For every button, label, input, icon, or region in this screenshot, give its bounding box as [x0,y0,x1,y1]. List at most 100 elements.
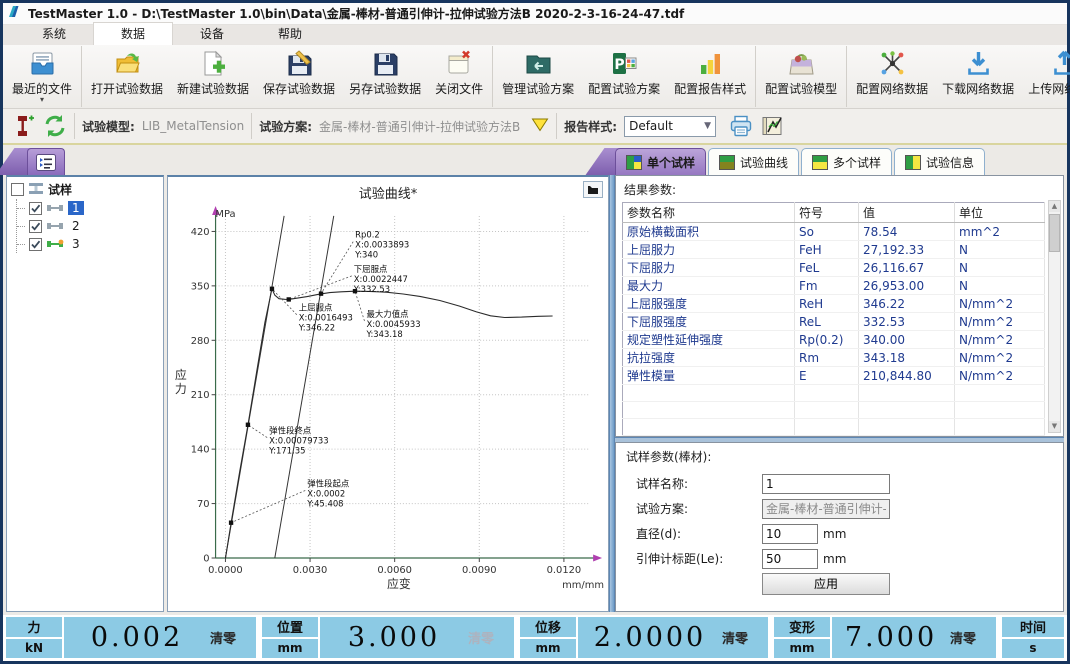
chart-text: 0.0060 [377,565,412,576]
tree-item-label: 3 [68,237,84,251]
results-column-header[interactable]: 单位 [955,203,1045,223]
results-cell: 抗拉强度 [623,349,795,367]
results-row[interactable]: 上屈服力FeH27,192.33N [623,241,1045,259]
ribbon-open-data-button[interactable]: 打开试验数据 [84,46,170,107]
status-label-box: 时间s [1002,617,1064,658]
data-point-marker [229,520,233,524]
toolbar-separator [251,113,252,139]
results-row[interactable]: 抗拉强度Rm343.18N/mm^2 [623,349,1045,367]
results-cell: E [795,367,859,385]
ribbon-save-data-button[interactable]: 保存试验数据 [256,46,342,107]
tab-试验曲线[interactable]: 试验曲线 [708,148,799,175]
annotation-text: 弹性段起点 [307,478,350,488]
results-scrollbar[interactable]: ▲ ▼ [1048,200,1061,433]
ribbon-config-scheme-button[interactable]: P配置试验方案 [581,46,667,107]
results-cell: So [795,223,859,241]
results-cell: Fm [795,277,859,295]
svg-text:P: P [614,57,624,73]
results-row[interactable]: 下屈服力FeL26,116.67N [623,259,1045,277]
chart-title: 试验曲线* [168,177,608,202]
tree-item-checkbox[interactable] [29,238,42,251]
specimen-icon [46,221,64,231]
specimen-list-tab[interactable] [27,148,65,175]
scroll-down-icon[interactable]: ▼ [1049,421,1060,432]
tree-item-specimen-2[interactable]: 2 [17,217,161,235]
ribbon-upload-network-button[interactable]: 上传网络数据 [1021,46,1070,107]
recent-files-icon [29,50,56,77]
ribbon-manage-scheme-button[interactable]: 管理试验方案 [495,46,581,107]
status-channel-value: 0.002 [64,617,210,658]
tab-多个试样[interactable]: 多个试样 [801,148,892,175]
menu-tab-帮助[interactable]: 帮助 [251,23,329,45]
tree-item-checkbox[interactable] [29,202,42,215]
ribbon-download-network-button[interactable]: 下载网络数据 [935,46,1021,107]
chart-popout-button[interactable] [583,181,603,198]
save-data-icon [286,50,313,77]
annotation-text: Y:45.408 [306,498,343,508]
annotation-text: Y:343.18 [365,329,402,339]
clear-button-位置[interactable]: 清零 [468,617,514,658]
tree-item-checkbox[interactable] [29,220,42,233]
clear-button-位移[interactable]: 清零 [722,617,768,658]
clear-button-力[interactable]: 清零 [210,617,256,658]
data-point-marker [246,423,250,427]
tree-root-checkbox[interactable] [11,183,24,196]
ribbon-save-as-data-button[interactable]: 另存试验数据 [342,46,428,107]
scroll-up-icon[interactable]: ▲ [1049,201,1060,212]
specimen-icon [46,203,64,213]
apply-button[interactable]: 应用 [762,573,890,595]
ribbon-new-data-button[interactable]: 新建试验数据 [170,46,256,107]
status-panel-位移: 位移mm2.0000清零 [520,617,768,658]
clear-button-变形[interactable]: 清零 [950,617,996,658]
ribbon-button-label: 配置网络数据 [856,80,928,97]
results-column-header[interactable]: 参数名称 [623,203,795,223]
annotation-text: X:0.0033893 [355,240,409,250]
tab-color-blocks-icon [812,155,828,170]
report-style-select[interactable]: Default ▼ [624,116,716,137]
results-row[interactable]: 下屈服强度ReL332.53N/mm^2 [623,313,1045,331]
tree-item-specimen-1[interactable]: 1 [17,199,161,217]
tree-root-specimens[interactable]: 试样 [9,180,161,199]
menu-tab-数据[interactable]: 数据 [93,22,173,45]
results-cell: N/mm^2 [955,349,1045,367]
ribbon-report-style-button[interactable]: 配置报告样式 [667,46,753,107]
results-row[interactable]: 上屈服强度ReH346.22N/mm^2 [623,295,1045,313]
ribbon-button-label: 关闭文件 [435,80,483,97]
tab-试验信息[interactable]: 试验信息 [894,148,985,175]
gauge-length-input[interactable] [762,549,818,569]
results-row[interactable]: 弹性模量E210,844.80N/mm^2 [623,367,1045,385]
ribbon-config-model-button[interactable]: 配置试验模型 [758,46,844,107]
menu-bar: 系统数据设备帮助 [3,25,1067,45]
results-cell: FeH [795,241,859,259]
scrollbar-thumb[interactable] [1049,214,1060,252]
diameter-input[interactable] [762,524,818,544]
specimen-form-title: 试样参数(棒材): [624,447,1055,469]
status-channel-name: 时间 [1002,617,1064,639]
specimen-name-input[interactable] [762,474,890,494]
scheme-dropdown-triangle-icon[interactable] [531,117,549,135]
status-panel-位置: 位置mm3.000清零 [262,617,514,658]
results-column-header[interactable]: 符号 [795,203,859,223]
results-cell: 弹性模量 [623,367,795,385]
results-row[interactable]: 原始横截面积So78.54mm^2 [623,223,1045,241]
toolbar-separator [74,113,75,139]
print-button[interactable] [729,114,753,138]
report-preview-button[interactable] [760,114,784,138]
results-column-header[interactable]: 值 [859,203,955,223]
tree-item-specimen-3[interactable]: 3 [17,235,161,253]
annotation-text: X:0.0045933 [366,319,420,329]
results-panel: 结果参数: 参数名称符号值单位 原始横截面积So78.54mm^2上屈服力FeH… [615,175,1064,437]
results-row[interactable]: 最大力Fm26,953.00N [623,277,1045,295]
tree-root-label: 试样 [48,181,72,198]
ribbon-button-label: 配置报告样式 [674,80,746,97]
ribbon-config-network-button[interactable]: 配置网络数据 [849,46,935,107]
ribbon-close-file-button[interactable]: 关闭文件 [428,46,490,107]
ribbon-recent-files-button[interactable]: 最近的文件▾ [5,46,79,107]
add-specimen-button[interactable] [12,114,36,138]
results-row[interactable]: 规定塑性延伸强度Rp(0.2)340.00N/mm^2 [623,331,1045,349]
refresh-button[interactable] [43,114,67,138]
menu-tab-设备[interactable]: 设备 [173,23,251,45]
menu-tab-系统[interactable]: 系统 [15,23,93,45]
tab-单个试样[interactable]: 单个试样 [615,148,706,175]
results-cell: 26,953.00 [859,277,955,295]
